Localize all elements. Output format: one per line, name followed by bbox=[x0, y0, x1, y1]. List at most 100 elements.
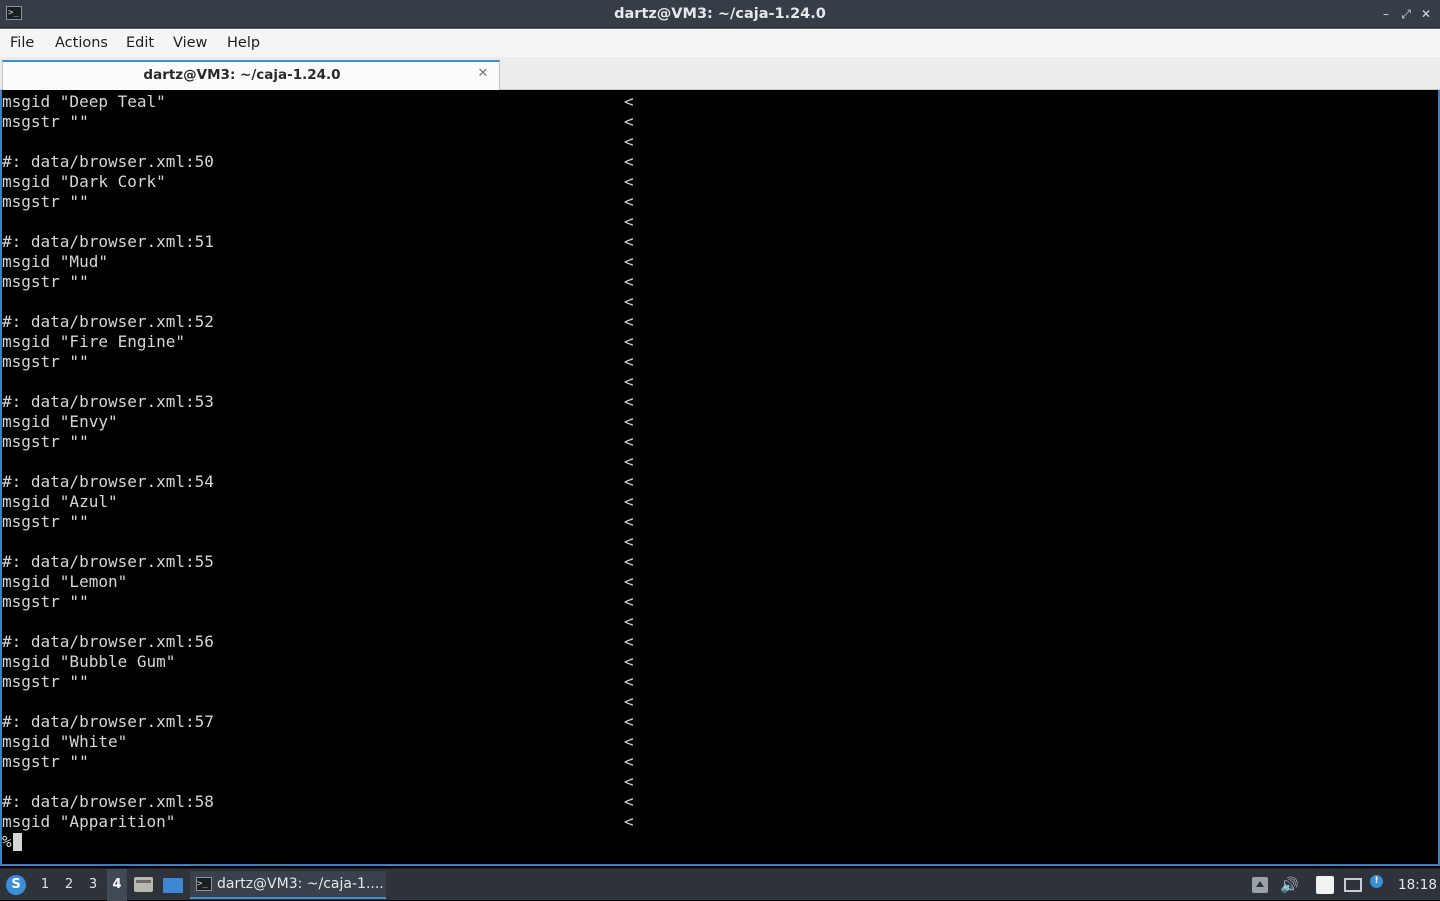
diff-marker: < bbox=[624, 632, 634, 651]
menu-help[interactable]: Help bbox=[227, 29, 260, 57]
workspace-4[interactable]: 4 bbox=[107, 869, 127, 901]
start-menu-icon[interactable]: S bbox=[6, 875, 26, 895]
terminal-line-text: msgid "Envy" bbox=[2, 412, 118, 431]
terminal-line-text: #: data/browser.xml:58 bbox=[2, 792, 214, 811]
diff-marker: < bbox=[624, 732, 634, 751]
diff-marker: < bbox=[624, 652, 634, 671]
terminal-line-text: msgstr "" bbox=[2, 592, 89, 611]
diff-marker: < bbox=[624, 392, 634, 411]
terminal-line-text: msgstr "" bbox=[2, 272, 89, 291]
diff-marker: < bbox=[624, 232, 634, 251]
shell-prompt-line[interactable]: % bbox=[2, 832, 1422, 852]
diff-marker: < bbox=[624, 372, 634, 391]
show-desktop-icon[interactable] bbox=[163, 878, 183, 893]
terminal-line-text: msgid "Bubble Gum" bbox=[2, 652, 176, 671]
diff-marker: < bbox=[624, 272, 634, 291]
terminal-view[interactable]: msgid "Deep Teal" < msgstr "" < < #: data/bro… bbox=[0, 90, 1440, 866]
terminal-line: #: data/browser.xml:58 < bbox=[2, 792, 1422, 812]
diff-marker: < bbox=[624, 572, 634, 591]
diff-marker: < bbox=[624, 712, 634, 731]
terminal-line: msgstr "" < bbox=[2, 432, 1422, 452]
terminal-line: #: data/browser.xml:50 < bbox=[2, 152, 1422, 172]
volume-icon[interactable]: 🔊 bbox=[1280, 877, 1299, 893]
maximize-button[interactable]: ⤢ bbox=[1398, 6, 1414, 22]
taskbar-task-terminal[interactable]: >_ dartz@VM3: ~/caja-1.... bbox=[190, 871, 386, 899]
terminal-line-text: msgid "Apparition" bbox=[2, 812, 176, 831]
terminal-line: #: data/browser.xml:55 < bbox=[2, 552, 1422, 572]
menu-actions[interactable]: Actions bbox=[55, 29, 108, 57]
terminal-task-icon: >_ bbox=[196, 877, 212, 891]
terminal-line-text: msgstr "" bbox=[2, 512, 89, 531]
terminal-line: msgid "Lemon" < bbox=[2, 572, 1422, 592]
tab-close-icon[interactable]: ✕ bbox=[475, 66, 491, 82]
workspace-2[interactable]: 2 bbox=[59, 869, 79, 901]
terminal-line: < bbox=[2, 532, 1422, 552]
terminal-line-text: msgid "Mud" bbox=[2, 252, 108, 271]
terminal-line-text: #: data/browser.xml:52 bbox=[2, 312, 214, 331]
terminal-line: msgid "Bubble Gum" < bbox=[2, 652, 1422, 672]
workspace-3[interactable]: 3 bbox=[83, 869, 103, 901]
diff-marker: < bbox=[624, 212, 634, 231]
diff-marker: < bbox=[624, 252, 634, 271]
menu-view[interactable]: View bbox=[173, 29, 207, 57]
terminal-line-text: #: data/browser.xml:57 bbox=[2, 712, 214, 731]
close-button[interactable]: ✕ bbox=[1418, 6, 1434, 22]
terminal-line: #: data/browser.xml:52 < bbox=[2, 312, 1422, 332]
terminal-line: < bbox=[2, 692, 1422, 712]
diff-marker: < bbox=[624, 152, 634, 171]
menu-edit[interactable]: Edit bbox=[126, 29, 154, 57]
clipboard-icon[interactable] bbox=[1316, 876, 1334, 894]
diff-marker: < bbox=[624, 172, 634, 191]
terminal-line: msgstr "" < bbox=[2, 592, 1422, 612]
clock[interactable]: 18:18 bbox=[1398, 869, 1437, 901]
terminal-line-text: msgid "White" bbox=[2, 732, 128, 751]
terminal-line: < bbox=[2, 132, 1422, 152]
diff-marker: < bbox=[624, 92, 634, 111]
terminal-line-text: msgid "Lemon" bbox=[2, 572, 128, 591]
terminal-line: < bbox=[2, 772, 1422, 792]
tab-bar: dartz@VM3: ~/caja-1.24.0 ✕ bbox=[0, 57, 1440, 90]
upload-icon[interactable] bbox=[1252, 877, 1268, 893]
diff-marker: < bbox=[624, 452, 634, 471]
diff-marker: < bbox=[624, 432, 634, 451]
terminal-line: msgstr "" < bbox=[2, 512, 1422, 532]
menu-file[interactable]: File bbox=[10, 29, 34, 57]
terminal-line: msgid "Apparition" < bbox=[2, 812, 1422, 832]
terminal-line: msgid "Azul" < bbox=[2, 492, 1422, 512]
terminal-line-text: msgid "Dark Cork" bbox=[2, 172, 166, 191]
workspace-1[interactable]: 1 bbox=[35, 869, 55, 901]
terminal-line-text: msgstr "" bbox=[2, 752, 89, 771]
terminal-line: msgid "Fire Engine" < bbox=[2, 332, 1422, 352]
diff-marker: < bbox=[624, 292, 634, 311]
terminal-line-text: #: data/browser.xml:50 bbox=[2, 152, 214, 171]
window-titlebar[interactable]: >_ dartz@VM3: ~/caja-1.24.0 – ⤢ ✕ bbox=[0, 0, 1440, 28]
diff-marker: < bbox=[624, 672, 634, 691]
terminal-line: #: data/browser.xml:53 < bbox=[2, 392, 1422, 412]
text-cursor bbox=[13, 833, 22, 851]
diff-marker: < bbox=[624, 692, 634, 711]
terminal-line-text: #: data/browser.xml:53 bbox=[2, 392, 214, 411]
diff-marker: < bbox=[624, 752, 634, 771]
terminal-line: < bbox=[2, 452, 1422, 472]
taskbar: S 1 2 3 4 >_ dartz@VM3: ~/caja-1.... 🔊 !… bbox=[0, 868, 1440, 901]
network-icon[interactable] bbox=[1344, 878, 1362, 892]
menu-bar: File Actions Edit View Help bbox=[0, 28, 1440, 57]
terminal-line: < bbox=[2, 292, 1422, 312]
diff-marker: < bbox=[624, 792, 634, 811]
diff-marker: < bbox=[624, 352, 634, 371]
minimize-button[interactable]: – bbox=[1378, 6, 1394, 22]
diff-marker: < bbox=[624, 612, 634, 631]
notification-icon[interactable]: ! bbox=[1370, 875, 1383, 888]
file-manager-icon[interactable] bbox=[134, 877, 153, 892]
terminal-line: msgid "White" < bbox=[2, 732, 1422, 752]
task-label: dartz@VM3: ~/caja-1.... bbox=[217, 876, 384, 892]
terminal-line: msgstr "" < bbox=[2, 272, 1422, 292]
terminal-line-text: msgstr "" bbox=[2, 352, 89, 371]
terminal-line: < bbox=[2, 212, 1422, 232]
terminal-line: msgstr "" < bbox=[2, 752, 1422, 772]
terminal-line-text: #: data/browser.xml:54 bbox=[2, 472, 214, 491]
terminal-line: msgid "Mud" < bbox=[2, 252, 1422, 272]
terminal-line: < bbox=[2, 372, 1422, 392]
terminal-tab[interactable]: dartz@VM3: ~/caja-1.24.0 ✕ bbox=[2, 60, 500, 90]
terminal-line-text: #: data/browser.xml:51 bbox=[2, 232, 214, 251]
